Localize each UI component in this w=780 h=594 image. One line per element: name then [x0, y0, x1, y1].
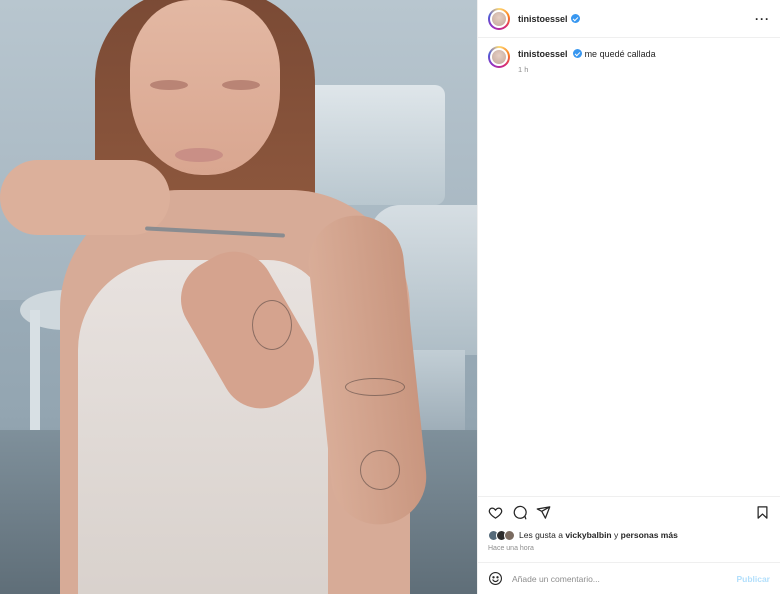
avatar — [504, 529, 515, 541]
share-icon[interactable] — [536, 505, 551, 520]
photo-eye — [222, 80, 260, 90]
photo-lips — [175, 148, 223, 162]
caption-time[interactable]: 1 h — [518, 65, 656, 74]
comment-icon[interactable] — [512, 505, 527, 520]
comments-section: tinistoessel me quedé callada 1 h — [478, 38, 780, 496]
caption-message: me quedé callada — [584, 49, 656, 59]
caption-username[interactable]: tinistoessel — [518, 49, 568, 59]
heart-icon[interactable] — [488, 505, 503, 520]
caption-body: tinistoessel me quedé callada 1 h — [518, 46, 656, 74]
post-photo[interactable] — [0, 0, 477, 594]
likes-prefix: Les gusta a — [519, 530, 563, 540]
photo-tattoo — [345, 378, 405, 396]
photo-hand — [0, 160, 170, 235]
more-options-button[interactable]: ··· — [755, 13, 770, 25]
caption-row: tinistoessel me quedé callada 1 h — [488, 46, 770, 74]
instagram-post: tinistoessel ··· tinistoessel me quedé c… — [0, 0, 780, 594]
comment-input[interactable] — [512, 573, 737, 584]
post-timestamp[interactable]: Hace una hora — [478, 542, 780, 562]
likes-user[interactable]: vickybalbin — [565, 530, 611, 540]
post-username[interactable]: tinistoessel — [518, 14, 568, 24]
caption-text: tinistoessel me quedé callada — [518, 49, 656, 59]
likes-summary: Les gusta a vickybalbin y personas más — [478, 528, 780, 542]
avatar[interactable] — [488, 7, 510, 30]
verified-badge-icon — [570, 14, 580, 23]
liker-avatars[interactable] — [488, 529, 515, 541]
likes-others[interactable]: personas más — [621, 530, 678, 540]
bookmark-icon[interactable] — [755, 505, 770, 520]
photo-toilet-tank — [305, 85, 445, 205]
verified-badge-icon — [573, 49, 583, 58]
post-side-panel: tinistoessel ··· tinistoessel me quedé c… — [477, 0, 780, 594]
post-header: tinistoessel ··· — [478, 0, 780, 38]
publish-button[interactable]: Publicar — [736, 574, 770, 584]
action-bar — [478, 496, 780, 528]
avatar[interactable] — [488, 46, 510, 68]
add-comment-bar: Publicar — [478, 562, 780, 594]
photo-eye — [150, 80, 188, 90]
photo-tattoo — [252, 300, 292, 350]
photo-tattoo — [360, 450, 400, 490]
emoji-icon[interactable] — [488, 571, 503, 586]
likes-connector: y — [614, 530, 619, 540]
